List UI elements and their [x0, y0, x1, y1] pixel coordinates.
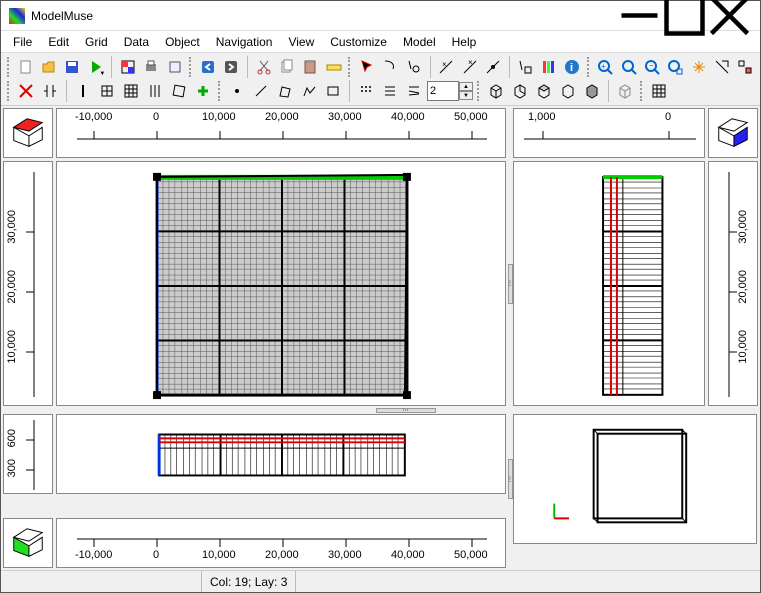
lasso-icon[interactable] [380, 56, 401, 78]
menu-file[interactable]: File [5, 33, 40, 51]
status-bar: Col: 19; Lay: 3 [1, 570, 760, 592]
info-icon[interactable]: i [561, 56, 582, 78]
new-file-icon[interactable] [15, 56, 36, 78]
svg-text:+: + [601, 62, 606, 71]
maximize-button[interactable] [662, 2, 707, 30]
svg-text:−: − [649, 61, 654, 70]
vertical-splitter-2[interactable]: ⋮ [507, 414, 513, 544]
close-button[interactable] [707, 2, 752, 30]
cube-top-icon[interactable] [533, 80, 555, 102]
cube-solid-icon[interactable] [581, 80, 603, 102]
spin-down-icon[interactable]: ▼ [459, 91, 473, 100]
menu-bar: File Edit Grid Data Object Navigation Vi… [1, 31, 760, 53]
top-view-cube[interactable] [3, 108, 53, 158]
move-icon[interactable] [711, 56, 732, 78]
add-cell-icon[interactable] [192, 80, 214, 102]
status-cell-1 [1, 571, 201, 592]
status-cell-2: Col: 19; Lay: 3 [201, 571, 295, 592]
copy-icon[interactable] [276, 56, 297, 78]
cube-side-icon[interactable] [509, 80, 531, 102]
workspace: -10,000 0 10,000 20,000 30,000 40,000 50… [1, 106, 760, 570]
ruler-left-front: 300 600 [3, 414, 53, 494]
ruler-icon[interactable] [323, 56, 344, 78]
toolbars: ▼ × × i + − [1, 53, 760, 106]
link-views-icon[interactable] [735, 56, 756, 78]
3d-view-pane[interactable] [513, 414, 757, 544]
add-col-icon[interactable] [72, 80, 94, 102]
zoom-extent-icon[interactable] [665, 56, 686, 78]
polyline-object-icon[interactable] [298, 80, 320, 102]
save-icon[interactable] [62, 56, 83, 78]
ruler-bottom: -10,000 0 10,000 20,000 30,000 40,000 50… [56, 518, 506, 568]
menu-edit[interactable]: Edit [40, 33, 77, 51]
point-object-icon[interactable] [226, 80, 248, 102]
zoom-in-icon[interactable]: + [595, 56, 616, 78]
pan-icon[interactable] [688, 56, 709, 78]
status-cell-3 [295, 571, 760, 592]
subdivide-icon[interactable] [120, 80, 142, 102]
vertex-icon[interactable] [482, 56, 503, 78]
grid-angle-icon[interactable] [168, 80, 190, 102]
grid-color-icon[interactable] [117, 56, 138, 78]
svg-text:×: × [468, 59, 473, 67]
select-point-icon[interactable] [403, 56, 424, 78]
paste-icon[interactable] [300, 56, 321, 78]
line-grid-icon[interactable] [379, 80, 401, 102]
polygon-object-icon[interactable] [274, 80, 296, 102]
poly-count-input[interactable]: 2 [427, 81, 459, 101]
front-view-cube[interactable] [3, 518, 53, 568]
menu-model[interactable]: Model [395, 33, 444, 51]
app-icon [9, 8, 25, 24]
menu-navigation[interactable]: Navigation [208, 33, 281, 51]
menu-customize[interactable]: Customize [322, 33, 395, 51]
cube-shell-icon[interactable] [557, 80, 579, 102]
grid-spacing-icon[interactable] [144, 80, 166, 102]
cut-icon[interactable] [253, 56, 274, 78]
goto-icon[interactable] [515, 56, 536, 78]
cube-front-icon[interactable] [485, 80, 507, 102]
title-bar: ModelMuse [1, 1, 760, 31]
cube-wireframe-icon[interactable] [614, 80, 636, 102]
rectangle-object-icon[interactable] [322, 80, 344, 102]
minimize-button[interactable] [617, 2, 662, 30]
undo-icon[interactable] [197, 56, 218, 78]
spin-up-icon[interactable]: ▲ [459, 82, 473, 91]
side-view-pane[interactable] [513, 161, 705, 406]
open-file-icon[interactable] [38, 56, 59, 78]
menu-object[interactable]: Object [157, 33, 208, 51]
menu-help[interactable]: Help [444, 33, 485, 51]
move-col-icon[interactable] [39, 80, 61, 102]
horizontal-splitter[interactable]: ⋯ [56, 407, 755, 413]
run-icon[interactable]: ▼ [85, 56, 106, 78]
add-grid-icon[interactable] [96, 80, 118, 102]
print-icon[interactable] [141, 56, 162, 78]
point-grid-icon[interactable] [355, 80, 377, 102]
ruler-left-plan: 10,000 20,000 30,000 [3, 161, 53, 406]
window-title: ModelMuse [31, 9, 617, 23]
menu-view[interactable]: View [280, 33, 322, 51]
poly-grid-icon[interactable] [403, 80, 425, 102]
plan-view-pane[interactable] [56, 161, 506, 406]
ruler-right-side: 10,000 20,000 30,000 [708, 161, 758, 406]
line-object-icon[interactable] [250, 80, 272, 102]
zoom-box-icon[interactable] [618, 56, 639, 78]
table-icon[interactable] [648, 80, 670, 102]
select-icon[interactable] [356, 56, 377, 78]
ruler-top-plan: -10,000 0 10,000 20,000 30,000 40,000 50… [56, 108, 506, 158]
svg-text:i: i [570, 62, 573, 74]
save-image-icon[interactable] [164, 56, 185, 78]
front-view-pane[interactable] [56, 414, 506, 494]
vertical-splitter[interactable]: ⋮ [507, 161, 513, 406]
palette-icon[interactable] [538, 56, 559, 78]
menu-grid[interactable]: Grid [77, 33, 116, 51]
svg-text:×: × [442, 60, 447, 69]
menu-data[interactable]: Data [116, 33, 157, 51]
delete-row-icon[interactable] [15, 80, 37, 102]
vertex-delete-icon[interactable]: × [459, 56, 480, 78]
redo-icon[interactable] [221, 56, 242, 78]
side-view-cube[interactable] [708, 108, 758, 158]
zoom-out-icon[interactable]: − [641, 56, 662, 78]
ruler-top-side: 1,000 0 [513, 108, 705, 158]
vertex-insert-icon[interactable]: × [435, 56, 456, 78]
